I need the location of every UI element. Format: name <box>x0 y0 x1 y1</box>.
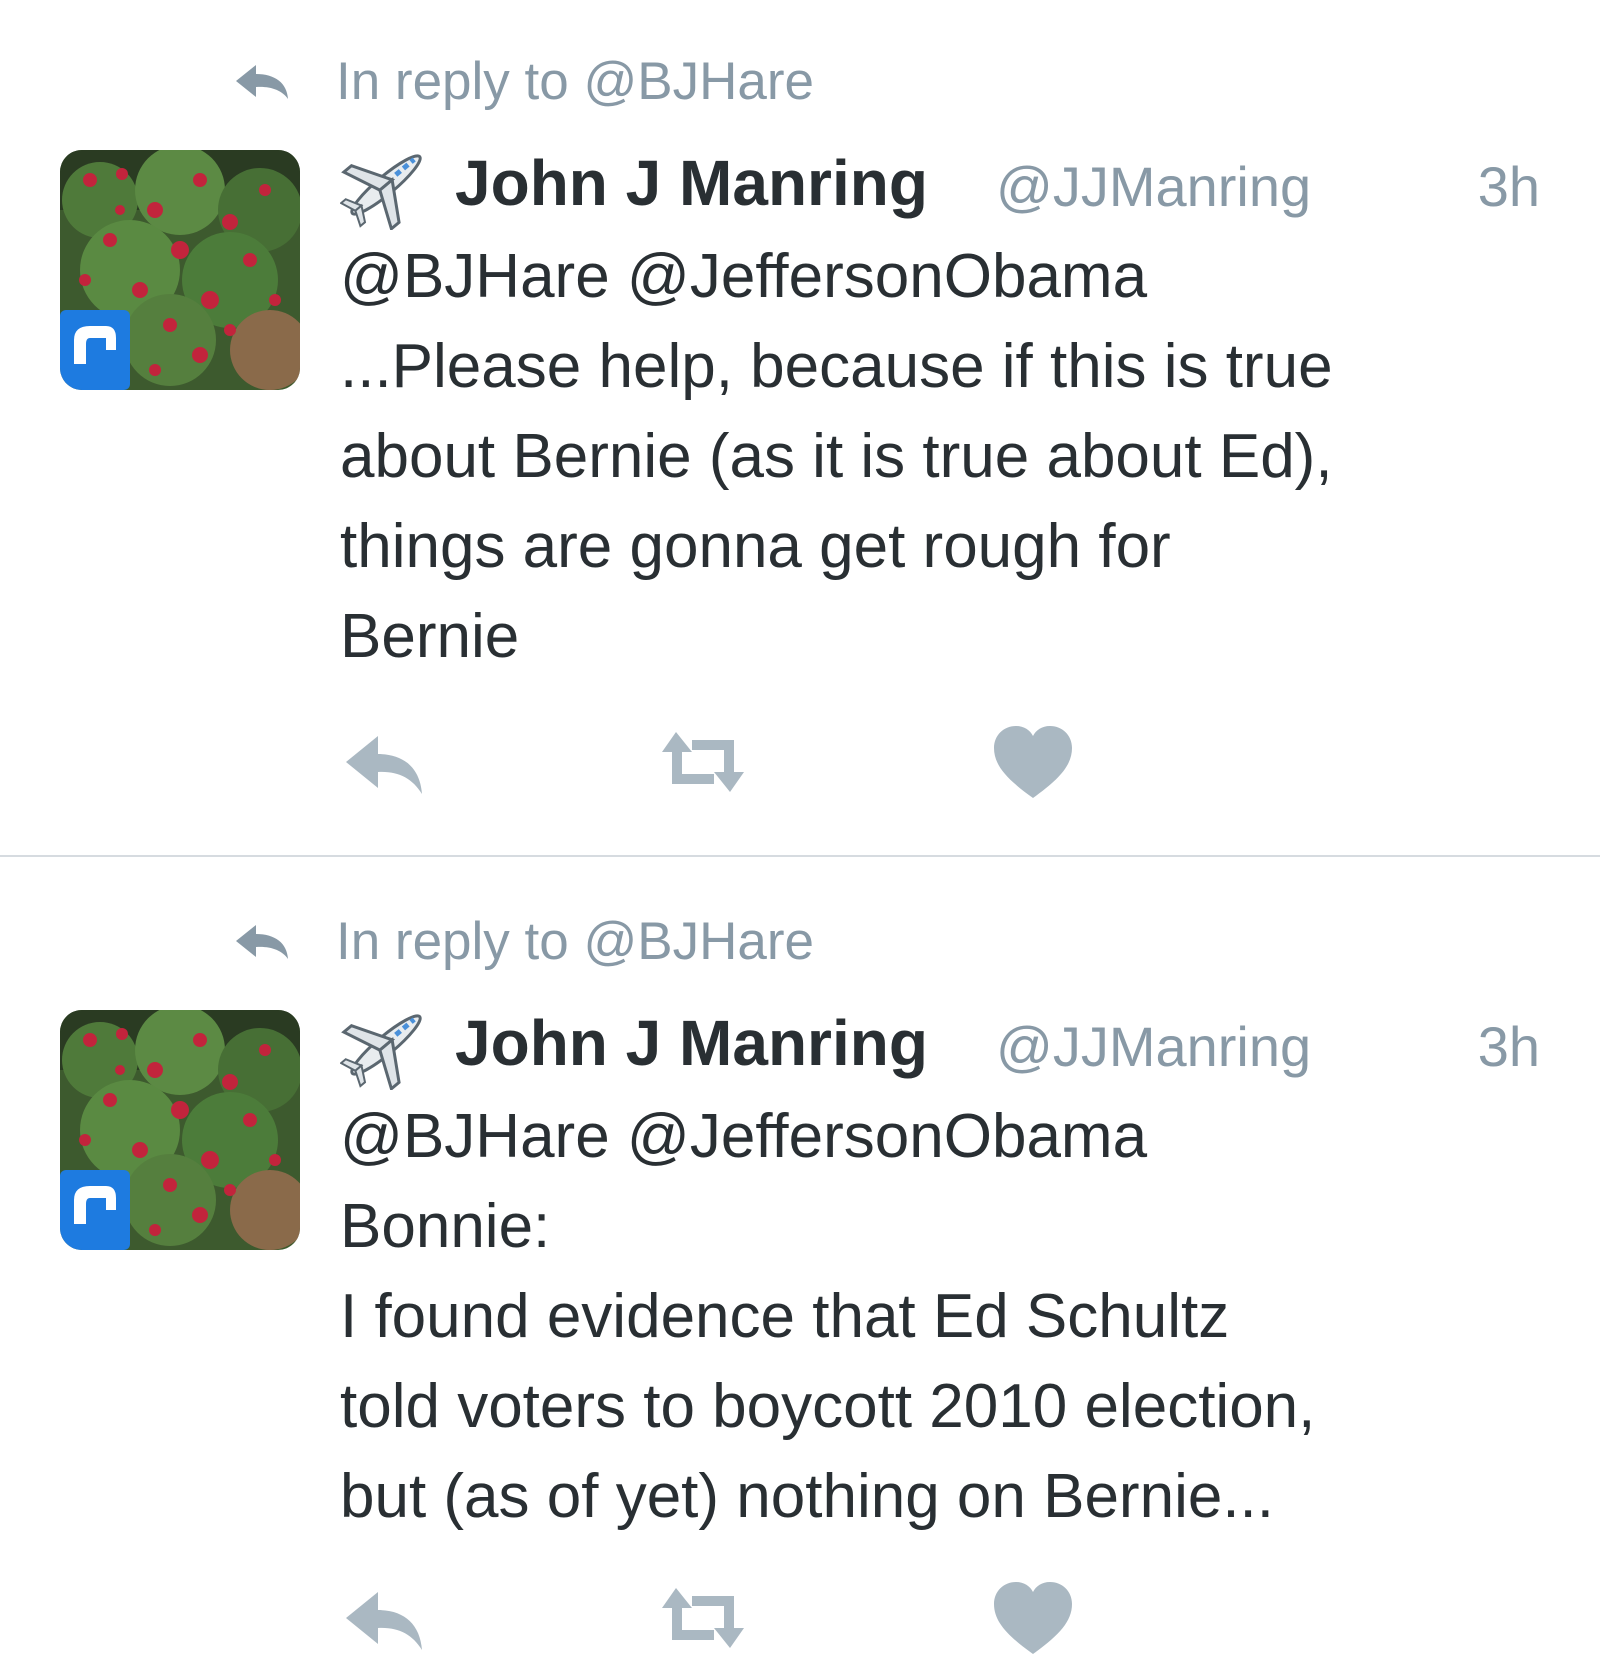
tweet-text-line: ...Please help, because if this is true <box>340 332 1333 401</box>
timestamp[interactable]: 3h <box>1478 154 1540 219</box>
tweet-text-line: @BJHare @JeffersonObama <box>340 1102 1148 1171</box>
tweet-text-line: but (as of yet) nothing on Bernie... <box>340 1462 1274 1531</box>
tweet-text-line: about Bernie (as it is true about Ed), <box>340 422 1333 491</box>
retweet-button[interactable] <box>658 1578 748 1658</box>
tweet-text-line: Bernie <box>340 602 520 671</box>
display-name[interactable]: John J Manring <box>455 146 928 220</box>
heart-icon <box>994 1582 1072 1654</box>
like-button[interactable] <box>988 1578 1078 1658</box>
tweet-header: John J Manring @JJManring 3h <box>340 140 1540 230</box>
tweet-text: @BJHare @JeffersonObama ...Please help, … <box>340 232 1540 682</box>
tweet-header: John J Manring @JJManring 3h <box>340 1000 1540 1090</box>
reply-context-text[interactable]: In reply to @BJHare <box>336 911 814 972</box>
retweet-button[interactable] <box>658 722 748 802</box>
airplane-icon <box>340 154 422 230</box>
tweet-divider <box>0 855 1600 857</box>
timestamp[interactable]: 3h <box>1478 1014 1540 1079</box>
airplane-icon <box>340 1014 422 1090</box>
tweet-text-line: Bonnie: <box>340 1192 551 1261</box>
heart-icon <box>994 726 1072 798</box>
reply-context-icon <box>236 65 288 99</box>
avatar[interactable] <box>60 1010 300 1250</box>
user-handle[interactable]: @JJManring <box>996 154 1311 219</box>
user-handle[interactable]: @JJManring <box>996 1014 1311 1079</box>
reply-context: In reply to @BJHare <box>230 46 814 116</box>
reply-button[interactable] <box>340 1578 430 1658</box>
tweet-text-line: told voters to boycott 2010 election, <box>340 1372 1316 1441</box>
tweet-text-line: things are gonna get rough for <box>340 512 1171 581</box>
tweet-text: @BJHare @JeffersonObama Bonnie: I found … <box>340 1092 1540 1542</box>
tweet-text-line: @BJHare @JeffersonObama <box>340 242 1148 311</box>
reply-context: In reply to @BJHare <box>230 906 814 976</box>
tweet-actions <box>340 722 1100 802</box>
retweet-icon <box>662 1588 744 1648</box>
reply-button[interactable] <box>340 722 430 802</box>
retweet-icon <box>662 732 744 792</box>
reply-context-icon <box>236 925 288 959</box>
display-name[interactable]: John J Manring <box>455 1006 928 1080</box>
tweet-text-line: I found evidence that Ed Schultz <box>340 1282 1230 1351</box>
like-button[interactable] <box>988 722 1078 802</box>
reply-context-text[interactable]: In reply to @BJHare <box>336 51 814 112</box>
tweet[interactable]: In reply to @BJHare John J Manring @JJMa… <box>0 0 1600 856</box>
reply-icon <box>346 1592 422 1650</box>
tweet-actions <box>340 1578 1100 1658</box>
tweet[interactable]: In reply to @BJHare John J Manring @JJMa… <box>0 860 1600 1668</box>
reply-icon <box>346 736 422 794</box>
avatar[interactable] <box>60 150 300 390</box>
